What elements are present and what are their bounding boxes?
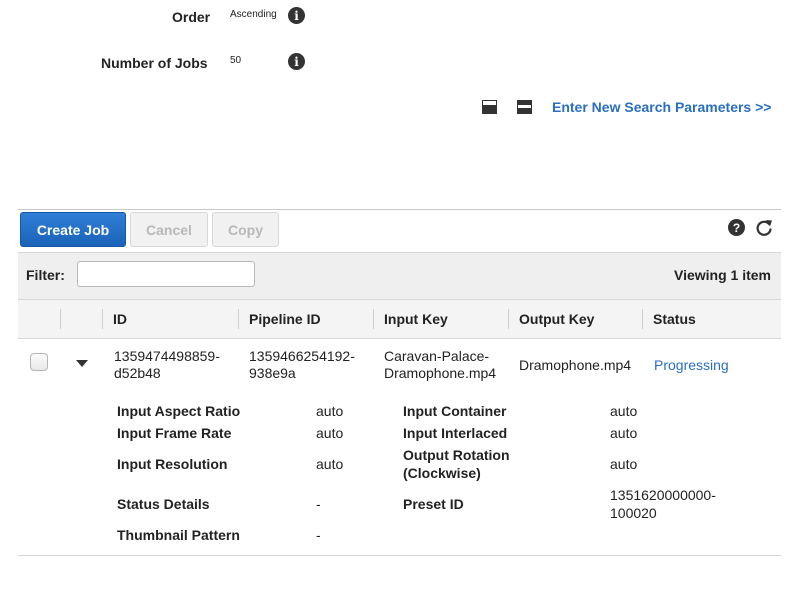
column-header-id[interactable]: ID (113, 311, 127, 327)
bottom-pane-icon[interactable] (482, 100, 497, 114)
number-of-jobs-value[interactable]: 50 (230, 55, 241, 66)
pipeline-id: 1359466254192- 938e9a (249, 348, 355, 381)
order-value[interactable]: Ascending (230, 9, 277, 20)
expand-caret-icon[interactable] (76, 360, 88, 367)
refresh-icon[interactable] (754, 218, 774, 238)
detail-label: Input Aspect Ratio (117, 403, 241, 419)
copy-button[interactable]: Copy (212, 212, 279, 247)
column-header-status[interactable]: Status (653, 311, 696, 327)
detail-value: auto (316, 456, 344, 472)
column-divider (60, 309, 61, 329)
info-icon[interactable]: i (288, 7, 305, 24)
detail-value: 1351620000000- 100020 (610, 487, 716, 521)
toolbar-divider (18, 209, 781, 210)
column-divider (238, 309, 239, 329)
order-label: Order (172, 9, 211, 25)
info-icon[interactable]: i (288, 53, 305, 70)
create-job-button[interactable]: Create Job (20, 212, 126, 247)
column-divider (508, 309, 509, 329)
cancel-button[interactable]: Cancel (130, 212, 208, 247)
column-divider (642, 309, 643, 329)
detail-value: - (316, 496, 321, 512)
column-divider (373, 309, 374, 329)
split-pane-icon[interactable] (517, 100, 532, 114)
column-header-pipeline-id[interactable]: Pipeline ID (249, 311, 321, 327)
detail-label: Thumbnail Pattern (117, 527, 240, 543)
detail-label: Input Resolution (117, 456, 228, 472)
filter-label: Filter: (26, 267, 65, 283)
enter-new-search-link[interactable]: Enter New Search Parameters >> (552, 99, 771, 115)
viewing-count: Viewing 1 item (674, 267, 771, 283)
detail-label: Preset ID (403, 496, 464, 512)
job-id: 1359474498859- d52b48 (114, 348, 220, 381)
detail-value: auto (610, 456, 638, 472)
detail-label: Input Container (403, 403, 507, 419)
row-checkbox[interactable] (30, 353, 48, 371)
detail-value: auto (316, 403, 344, 419)
detail-value: auto (610, 425, 638, 441)
output-key: Dramophone.mp4 (519, 357, 632, 373)
status-progressing-link[interactable]: Progressing (654, 357, 729, 373)
detail-label: Output Rotation (Clockwise) (403, 447, 510, 481)
input-key: Caravan-Palace- Dramophone.mp4 (384, 348, 497, 381)
number-of-jobs-label: Number of Jobs (101, 55, 208, 71)
detail-value: auto (316, 425, 344, 441)
column-divider (102, 309, 103, 329)
detail-value: auto (610, 403, 638, 419)
help-icon[interactable]: ? (728, 219, 745, 236)
detail-label: Status Details (117, 496, 210, 512)
column-header-output-key[interactable]: Output Key (519, 311, 594, 327)
filter-input[interactable] (77, 261, 255, 287)
detail-value: - (316, 527, 321, 543)
detail-label: Input Interlaced (403, 425, 508, 441)
detail-label: Input Frame Rate (117, 425, 232, 441)
column-header-input-key[interactable]: Input Key (384, 311, 448, 327)
table-bottom-divider (18, 555, 781, 556)
